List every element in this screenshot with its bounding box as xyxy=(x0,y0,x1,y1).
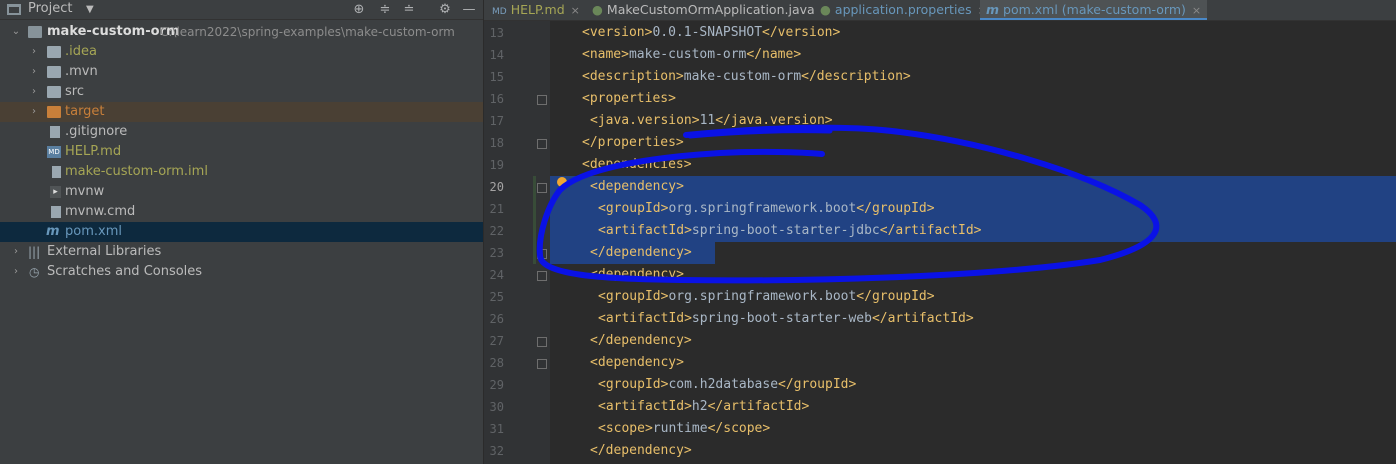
blue-pen-annotation xyxy=(536,124,1160,284)
